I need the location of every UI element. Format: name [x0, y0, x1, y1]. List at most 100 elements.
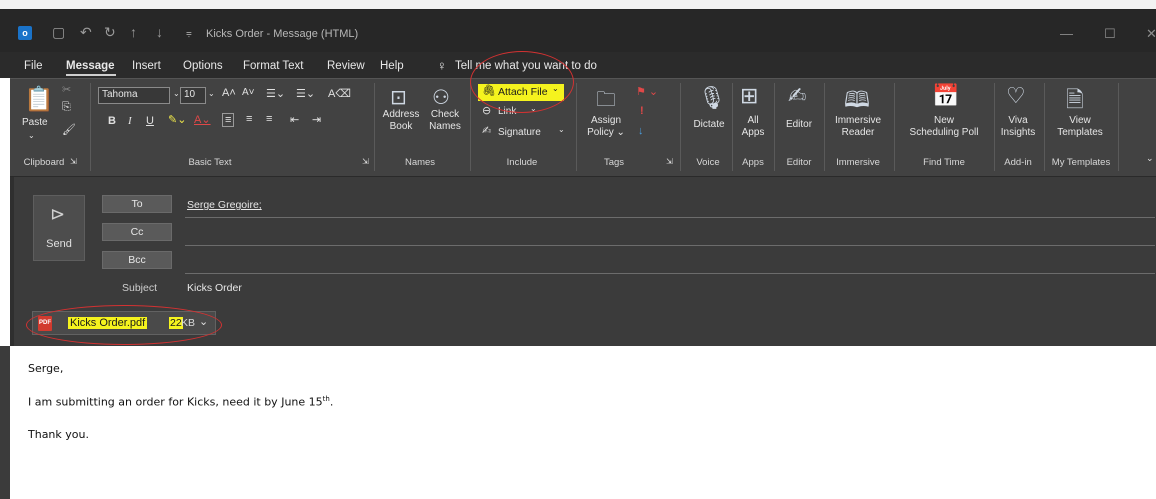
tab-help[interactable]: Help	[380, 60, 404, 72]
viva-insights-button[interactable]: Viva Insights	[996, 115, 1040, 139]
save-icon[interactable]: ▢	[52, 24, 65, 41]
ribbon-collapse-icon[interactable]: ⌄	[1146, 153, 1154, 164]
check-names-button[interactable]: Check Names	[426, 109, 464, 133]
dialog-launcher-icon[interactable]: ⇲	[70, 157, 77, 166]
customize-icon[interactable]: ⩦	[186, 28, 192, 39]
underline-icon[interactable]: U	[146, 115, 154, 127]
chevron-down-icon[interactable]: ⌄	[28, 131, 35, 140]
tab-options[interactable]: Options	[183, 60, 223, 72]
dictate-button[interactable]: Dictate	[686, 119, 732, 131]
immersive-reader-button[interactable]: Immersive Reader	[828, 115, 888, 139]
copy-icon[interactable]: ⎘	[62, 101, 71, 114]
decrease-indent-icon[interactable]: ⇤	[290, 113, 299, 126]
cc-field[interactable]	[185, 245, 1155, 246]
tab-format-text[interactable]: Format Text	[243, 60, 304, 72]
group-separator	[470, 83, 471, 171]
address-book-button[interactable]: Address Book	[382, 109, 420, 133]
font-name-combo[interactable]: Tahoma	[98, 87, 170, 104]
italic-icon[interactable]: I	[128, 115, 132, 127]
signature-button[interactable]: Signature	[498, 127, 541, 139]
group-label-apps: Apps	[742, 157, 764, 168]
group-separator	[1118, 83, 1119, 171]
undo-icon[interactable]: ↶	[80, 24, 92, 41]
cut-icon[interactable]: ✂	[62, 83, 71, 96]
assign-policy-button[interactable]: Assign Policy ⌄	[586, 115, 626, 139]
flag-icon[interactable]: ⚑ ⌄	[636, 85, 658, 98]
group-separator	[1044, 83, 1045, 171]
tab-insert[interactable]: Insert	[132, 60, 161, 72]
group-separator	[824, 83, 825, 171]
paste-icon[interactable]: 📋	[24, 85, 54, 114]
bold-icon[interactable]: B	[108, 115, 116, 127]
group-label-basic-text: Basic Text	[188, 157, 232, 168]
dialog-launcher-icon[interactable]: ⇲	[666, 157, 673, 166]
scheduling-poll-icon[interactable]: 📅	[932, 83, 959, 109]
group-label-my-templates: My Templates	[1051, 157, 1111, 168]
group-label-names: Names	[404, 157, 436, 168]
bcc-field[interactable]	[185, 273, 1155, 274]
check-names-icon[interactable]: ⚇	[432, 85, 450, 110]
microphone-icon[interactable]: 🎙	[698, 85, 726, 111]
grow-font-icon[interactable]: A˄	[222, 87, 236, 99]
active-tab-indicator	[66, 74, 116, 76]
send-button[interactable]: ⊳ Send	[33, 195, 85, 261]
group-label-add-in: Add-in	[1004, 157, 1032, 168]
cc-button[interactable]: Cc	[102, 223, 172, 241]
minimize-button[interactable]: —	[1060, 26, 1073, 41]
group-separator	[576, 83, 577, 171]
align-right-icon[interactable]: ≡	[266, 113, 272, 125]
clear-formatting-icon[interactable]: A⌫	[328, 87, 351, 100]
to-field[interactable]	[185, 217, 1155, 218]
chevron-down-icon[interactable]: ⌄	[558, 125, 565, 134]
subject-field[interactable]: Kicks Order	[187, 282, 242, 294]
paste-button[interactable]: Paste	[22, 117, 48, 129]
assign-policy-icon[interactable]: 🗀	[596, 85, 616, 119]
align-center-icon[interactable]: ≡	[246, 113, 252, 125]
group-separator	[732, 83, 733, 171]
to-button[interactable]: To	[102, 195, 172, 213]
low-importance-icon[interactable]: ↓	[638, 125, 644, 137]
shrink-font-icon[interactable]: A˅	[242, 87, 255, 98]
up-arrow-icon[interactable]: ↑	[130, 24, 137, 40]
ribbon: 📋 Paste ⌄ ✂ ⎘ 🖌 Clipboard ⇲ Tahoma ⌄ 10 …	[10, 51, 1156, 176]
signature-icon[interactable]: ✍	[482, 124, 491, 137]
viva-insights-icon[interactable]: ♡	[1006, 83, 1026, 109]
message-body[interactable]	[10, 346, 1156, 499]
highlight-icon[interactable]: ✎⌄	[168, 113, 186, 126]
address-book-icon[interactable]: ⊡	[390, 85, 407, 110]
font-color-icon[interactable]: A⌄	[194, 113, 211, 126]
numbering-icon[interactable]: ☰⌄	[296, 87, 315, 100]
title-bar: o ▢ ↶ ↻ ↑ ↓ ⩦ Kicks Order - Message (HTM…	[0, 0, 1156, 52]
format-painter-icon[interactable]: 🖌	[62, 123, 76, 136]
down-arrow-icon[interactable]: ↓	[156, 24, 163, 40]
send-arrow-icon: ⊳	[50, 204, 66, 224]
bullets-icon[interactable]: ☰⌄	[266, 87, 285, 100]
group-separator	[374, 83, 375, 171]
align-left-icon[interactable]: ≡	[222, 113, 235, 127]
group-separator	[774, 83, 775, 171]
maximize-button[interactable]: ☐	[1104, 26, 1116, 42]
high-importance-icon[interactable]: !	[640, 105, 644, 117]
close-button[interactable]: ✕	[1146, 26, 1156, 42]
all-apps-icon[interactable]: ⊞	[740, 83, 758, 109]
new-scheduling-poll-button[interactable]: New Scheduling Poll	[898, 115, 990, 139]
body-greeting: Serge,	[28, 362, 64, 375]
increase-indent-icon[interactable]: ⇥	[312, 113, 321, 126]
all-apps-button[interactable]: All Apps	[736, 115, 770, 139]
to-recipient[interactable]: Serge Gregoire;	[187, 199, 262, 211]
tab-review[interactable]: Review	[327, 60, 365, 72]
group-label-tags: Tags	[603, 157, 625, 168]
group-label-find-time: Find Time	[923, 157, 965, 168]
editor-button[interactable]: Editor	[780, 119, 818, 131]
chevron-down-icon[interactable]: ⌄	[208, 89, 215, 98]
tab-file[interactable]: File	[24, 60, 43, 72]
redo-icon[interactable]: ↻	[104, 24, 116, 41]
tab-message[interactable]: Message	[66, 60, 115, 72]
chevron-down-icon[interactable]: ⌄	[173, 89, 180, 98]
bcc-button[interactable]: Bcc	[102, 251, 172, 269]
editor-icon[interactable]: ✍	[788, 83, 806, 109]
dialog-launcher-icon[interactable]: ⇲	[362, 157, 369, 166]
font-size-combo[interactable]: 10	[180, 87, 206, 104]
view-templates-button[interactable]: View Templates	[1048, 115, 1112, 139]
window-title: Kicks Order - Message (HTML)	[206, 28, 359, 40]
